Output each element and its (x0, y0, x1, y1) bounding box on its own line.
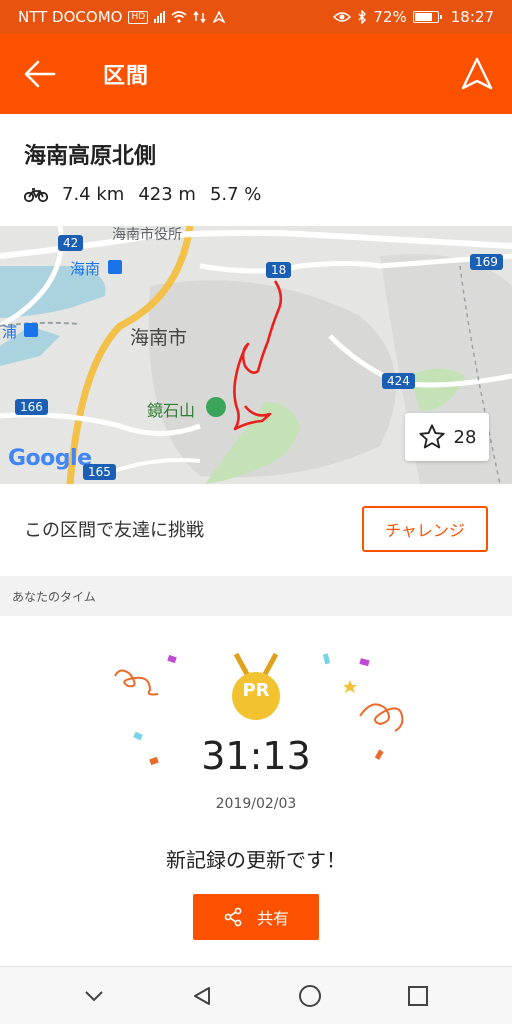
triangle-back-icon (194, 986, 210, 1005)
train-station-icon (108, 260, 122, 274)
train-station-icon (24, 323, 38, 337)
map-label-city: 海南市 (130, 327, 188, 349)
segment-distance: 7.4 km (62, 184, 125, 205)
route-shield-424: 424 (382, 373, 415, 389)
status-bar: NTT DOCOMO HD 72% 18:27 (0, 0, 512, 34)
data-speed-icon (193, 11, 206, 23)
battery-icon (412, 11, 442, 23)
pr-date: 2019/02/03 (215, 796, 297, 812)
segment-header: 海南高原北側 7.4 km 423 m 5.7 % (0, 114, 512, 226)
map-label-station-kainan: 海南 (70, 260, 101, 278)
bike-icon (24, 187, 48, 202)
map-label-city-hall: 海南市役所 (112, 227, 182, 243)
app-bar: 区間 (0, 34, 512, 114)
share-label: 共有 (256, 909, 289, 928)
star-button[interactable]: 28 (405, 413, 489, 461)
route-shield-165: 165 (83, 464, 116, 480)
navigate-button[interactable] (442, 34, 512, 114)
star-icon (418, 424, 445, 449)
hide-keyboard-button[interactable] (74, 976, 114, 1016)
share-icon (224, 907, 242, 927)
navigation-arrow-icon (461, 57, 493, 90)
challenge-text: この区間で友達に挑戦 (24, 520, 204, 541)
star-count: 28 (453, 426, 477, 448)
segment-stats: 7.4 km 423 m 5.7 % (24, 184, 488, 205)
carrier-name: NTT DOCOMO (18, 8, 123, 26)
signal-icon (154, 11, 166, 23)
page-title: 区間 (103, 64, 150, 89)
system-nav-bar (0, 966, 512, 1024)
circle-home-icon (299, 984, 321, 1007)
segment-elevation: 423 m (138, 184, 196, 205)
segment-grade: 5.7 % (209, 184, 262, 205)
route-shield-166: 166 (15, 399, 48, 415)
square-recents-icon (408, 985, 428, 1006)
pr-badge: PR (242, 680, 270, 701)
wifi-icon (171, 11, 187, 23)
chevron-down-icon (85, 990, 103, 1001)
challenge-row: この区間で友達に挑戦 チャレンジ (0, 484, 512, 574)
hd-badge: HD (128, 10, 149, 24)
bluetooth-icon (358, 10, 367, 24)
challenge-button[interactable]: チャレンジ (362, 506, 488, 552)
arrow-left-icon (24, 60, 56, 88)
share-button[interactable]: 共有 (193, 894, 319, 940)
battery-percent: 72% (373, 8, 407, 26)
your-time-section-label: あなたのタイム (0, 576, 512, 616)
home-nav-button[interactable] (290, 976, 330, 1016)
pr-card: PR 31:13 2019/02/03 新記録の更新です！ 共有 (0, 616, 512, 966)
route-shield-42: 42 (58, 235, 84, 251)
back-nav-button[interactable] (182, 976, 222, 1016)
map-label-google: Google (8, 446, 92, 471)
back-button[interactable] (0, 34, 80, 114)
pr-time: 31:13 (201, 734, 311, 778)
route-shield-18: 18 (266, 262, 292, 278)
map-label-station-ura: 浦 (2, 323, 18, 341)
map-label-mountain: 鏡石山 (147, 401, 196, 420)
route-shield-169: 169 (470, 254, 503, 270)
mountain-marker-icon (206, 397, 226, 417)
location-icon (213, 11, 226, 23)
pr-message: 新記録の更新です！ (166, 848, 346, 872)
segment-name: 海南高原北側 (24, 144, 157, 169)
eye-icon (333, 12, 352, 22)
clock: 18:27 (450, 8, 494, 26)
recents-nav-button[interactable] (398, 976, 438, 1016)
